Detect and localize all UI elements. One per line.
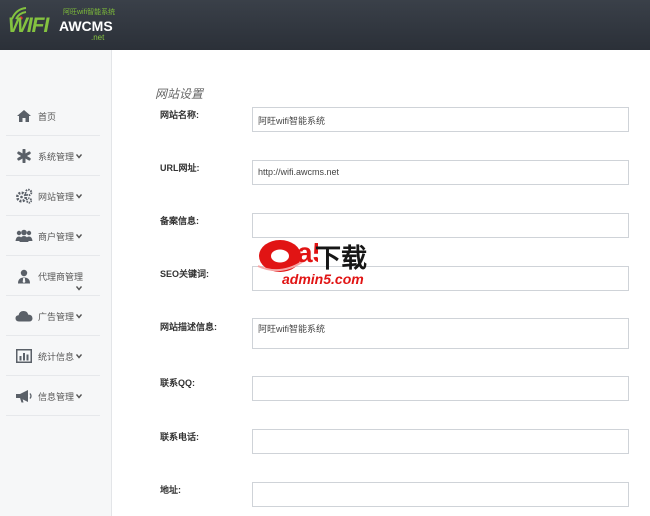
sidebar-item-agent[interactable]: 代理商管理 — [6, 256, 100, 296]
a5-logo-mark: a5 — [257, 237, 318, 272]
site-description-textarea[interactable]: 阿旺wifi智能系统 — [252, 318, 629, 349]
logo-tagline: 阿旺wifi智能系统 — [63, 9, 116, 16]
sidebar-item-website[interactable]: 网站管理 — [6, 176, 100, 216]
sidebar-item-system[interactable]: 系统管理 — [6, 136, 100, 176]
sidebar-item-info[interactable]: 信息管理 — [6, 376, 100, 416]
awcms-logo[interactable]: 阿旺wifi智能系统 WIFI AWCMS .net — [6, 6, 116, 44]
top-header: 阿旺wifi智能系统 WIFI AWCMS .net — [0, 0, 650, 50]
sidebar-item-label: 网站管理 — [38, 192, 75, 202]
sidebar-item-label: 商户管理 — [38, 232, 75, 242]
address-label: 地址: — [160, 485, 181, 495]
sidebar-item-label: 首页 — [38, 112, 57, 122]
url-label: URL网址: — [160, 163, 200, 173]
chevron-down-icon — [76, 154, 82, 159]
bar-chart-icon — [15, 348, 33, 364]
user-tie-icon — [15, 268, 33, 284]
logo-wifi-text: WIFI — [8, 14, 49, 37]
seo-keywords-label: SEO关键词: — [160, 269, 210, 279]
chevron-down-icon — [76, 194, 82, 199]
megaphone-icon — [15, 388, 33, 404]
sidebar-item-label: 代理商管理 — [38, 272, 84, 282]
cloud-icon — [15, 308, 33, 324]
chevron-down-icon — [76, 234, 82, 239]
home-icon — [15, 108, 33, 124]
logo-brand-text: AWCMS — [59, 18, 113, 34]
site-name-input[interactable]: 阿旺wifi智能系统 — [252, 107, 629, 132]
watermark-text: 下载 — [315, 243, 368, 273]
sidebar-item-label: 系统管理 — [38, 152, 75, 162]
icp-record-label: 备案信息: — [160, 216, 199, 226]
asterisk-icon — [15, 148, 33, 164]
chevron-down-icon — [76, 314, 82, 319]
sidebar-item-home[interactable]: 首页 — [6, 96, 100, 136]
chevron-down-icon — [76, 354, 82, 359]
users-icon — [15, 228, 33, 244]
sidebar-item-label: 统计信息 — [38, 352, 75, 362]
contact-qq-input[interactable] — [252, 376, 629, 401]
url-input[interactable]: http://wifi.awcms.net — [252, 160, 629, 185]
contact-qq-label: 联系QQ: — [160, 378, 195, 388]
contact-phone-label: 联系电话: — [160, 432, 199, 442]
sidebar-item-label: 广告管理 — [38, 312, 75, 322]
sidebar: 首页 系统管理 网站管理 商户管理 代理商管理 广告管理 统计信息 信息管理 — [0, 50, 112, 516]
contact-phone-input[interactable] — [252, 429, 629, 454]
site-name-label: 网站名称: — [160, 110, 199, 120]
chevron-down-icon — [76, 286, 82, 291]
a5-watermark: a5 下载 admin5.com — [256, 232, 396, 290]
address-input[interactable] — [252, 482, 629, 507]
sidebar-item-stats[interactable]: 统计信息 — [6, 336, 100, 376]
sidebar-item-ads[interactable]: 广告管理 — [6, 296, 100, 336]
logo-net-text: .net — [91, 33, 105, 42]
page-title: 网站设置 — [155, 87, 204, 101]
gears-icon — [15, 188, 33, 204]
sidebar-item-label: 信息管理 — [38, 392, 75, 402]
site-description-label: 网站描述信息: — [160, 322, 217, 332]
sidebar-item-merchant[interactable]: 商户管理 — [6, 216, 100, 256]
watermark-url: admin5.com — [282, 271, 364, 287]
chevron-down-icon — [76, 394, 82, 399]
